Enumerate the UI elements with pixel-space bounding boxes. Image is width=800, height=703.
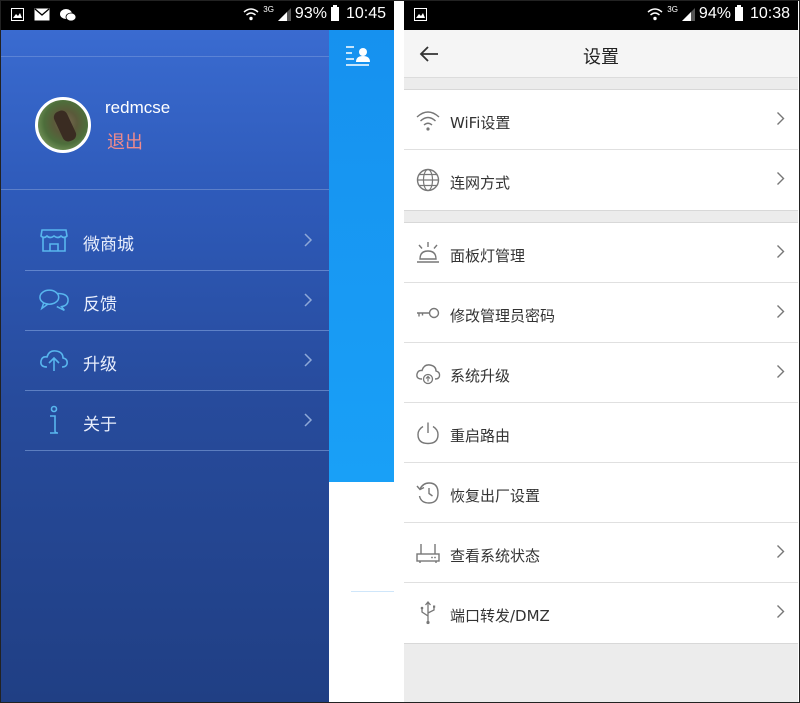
mail-notification-icon: [34, 8, 50, 21]
usb-icon: [420, 601, 436, 625]
settings-row-port-forwarding[interactable]: 端口转发/DMZ: [404, 583, 798, 643]
settings-row-system-upgrade[interactable]: 系统升级: [404, 343, 798, 403]
right-phone-screen: 3G 94% 10:38 设置 WiFi设置 连网方式 面板灯管理 修改管理员密…: [404, 1, 798, 702]
battery-icon: [330, 5, 339, 21]
chevron-right-icon: [777, 605, 785, 618]
status-bar: 3G 93% 10:45: [1, 1, 394, 30]
chat-bubbles-icon: [39, 289, 69, 311]
cloud-upgrade-icon: [416, 364, 441, 385]
drawer-menu: 微商城 反馈 升级 关于: [25, 211, 329, 451]
store-icon: [40, 229, 68, 252]
page-title: 设置: [583, 47, 619, 68]
chevron-right-icon: [304, 233, 313, 247]
avatar[interactable]: [35, 97, 91, 153]
settings-row-wifi[interactable]: WiFi设置: [404, 90, 798, 150]
header-area: [329, 30, 394, 482]
left-phone-screen: 3G 93% 10:45 redmcse 退出 微商城 反馈 升级 关于: [1, 1, 394, 702]
divider: [351, 591, 394, 592]
settings-row-label: WiFi设置: [450, 114, 511, 132]
gallery-notification-icon: [11, 8, 24, 21]
menu-item-upgrade[interactable]: 升级: [25, 331, 329, 391]
chevron-right-icon: [777, 305, 785, 318]
contacts-icon[interactable]: [345, 44, 373, 68]
navigation-drawer: redmcse 退出 微商城 反馈 升级 关于: [1, 30, 329, 702]
chevron-right-icon: [304, 353, 313, 367]
settings-row-label: 修改管理员密码: [450, 307, 556, 325]
clock: 10:45: [345, 5, 386, 22]
underlying-screen: [329, 30, 394, 702]
lamp-icon: [417, 242, 439, 263]
settings-row-label: 连网方式: [450, 174, 511, 192]
chevron-right-icon: [777, 245, 785, 258]
logout-button[interactable]: 退出: [107, 128, 143, 154]
settings-row-connection-type[interactable]: 连网方式: [404, 150, 798, 210]
router-icon: [416, 544, 440, 563]
app-bar: 设置: [404, 30, 798, 78]
settings-row-label: 面板灯管理: [450, 247, 526, 265]
battery-percent: 93%: [294, 5, 327, 22]
menu-item-feedback[interactable]: 反馈: [25, 271, 329, 331]
network-type: 3G: [667, 4, 678, 14]
menu-item-label: 反馈: [83, 295, 117, 315]
power-icon: [417, 422, 439, 445]
gallery-notification-icon: [414, 8, 427, 21]
key-icon: [417, 307, 440, 319]
divider: [1, 189, 329, 190]
menu-item-label: 关于: [83, 415, 117, 435]
divider: [1, 56, 329, 57]
settings-row-label: 重启路由: [450, 427, 511, 445]
chevron-right-icon: [777, 172, 785, 185]
clock: 10:38: [749, 5, 790, 22]
settings-row-label: 端口转发/DMZ: [450, 607, 550, 625]
settings-group-network: WiFi设置 连网方式: [404, 89, 798, 211]
settings-row-label: 系统升级: [450, 367, 511, 385]
settings-row-factory-reset[interactable]: 恢复出厂设置: [404, 463, 798, 523]
menu-item-store[interactable]: 微商城: [25, 211, 329, 271]
chevron-right-icon: [777, 545, 785, 558]
menu-item-label: 微商城: [83, 235, 134, 255]
settings-row-reboot-router[interactable]: 重启路由: [404, 403, 798, 463]
chevron-right-icon: [304, 413, 313, 427]
globe-icon: [416, 168, 440, 192]
settings-row-system-status[interactable]: 查看系统状态: [404, 523, 798, 583]
wifi-status-icon: [647, 8, 663, 21]
separator: [394, 1, 404, 702]
menu-item-about[interactable]: 关于: [25, 391, 329, 451]
info-icon: [50, 405, 59, 434]
wifi-icon: [416, 111, 440, 131]
battery-percent: 94%: [698, 5, 731, 22]
menu-item-label: 升级: [83, 355, 117, 375]
settings-row-label: 查看系统状态: [450, 547, 541, 565]
signal-strength-icon: [681, 7, 695, 21]
network-type: 3G: [263, 4, 274, 14]
wifi-status-icon: [243, 8, 259, 21]
settings-row-admin-password[interactable]: 修改管理员密码: [404, 283, 798, 343]
chevron-right-icon: [777, 112, 785, 125]
battery-icon: [734, 5, 743, 21]
settings-row-label: 恢复出厂设置: [450, 487, 541, 505]
signal-strength-icon: [277, 7, 291, 21]
settings-group-system: 面板灯管理 修改管理员密码 系统升级 重启路由 恢复出厂设置 查看系统状态 端口…: [404, 222, 798, 644]
settings-row-panel-light[interactable]: 面板灯管理: [404, 223, 798, 283]
status-bar: 3G 94% 10:38: [404, 1, 798, 30]
chevron-right-icon: [304, 293, 313, 307]
wechat-notification-icon: [60, 9, 76, 22]
cloud-upload-icon: [40, 350, 68, 371]
chevron-right-icon: [777, 365, 785, 378]
restore-icon: [416, 482, 439, 504]
username: redmcse: [105, 98, 171, 117]
